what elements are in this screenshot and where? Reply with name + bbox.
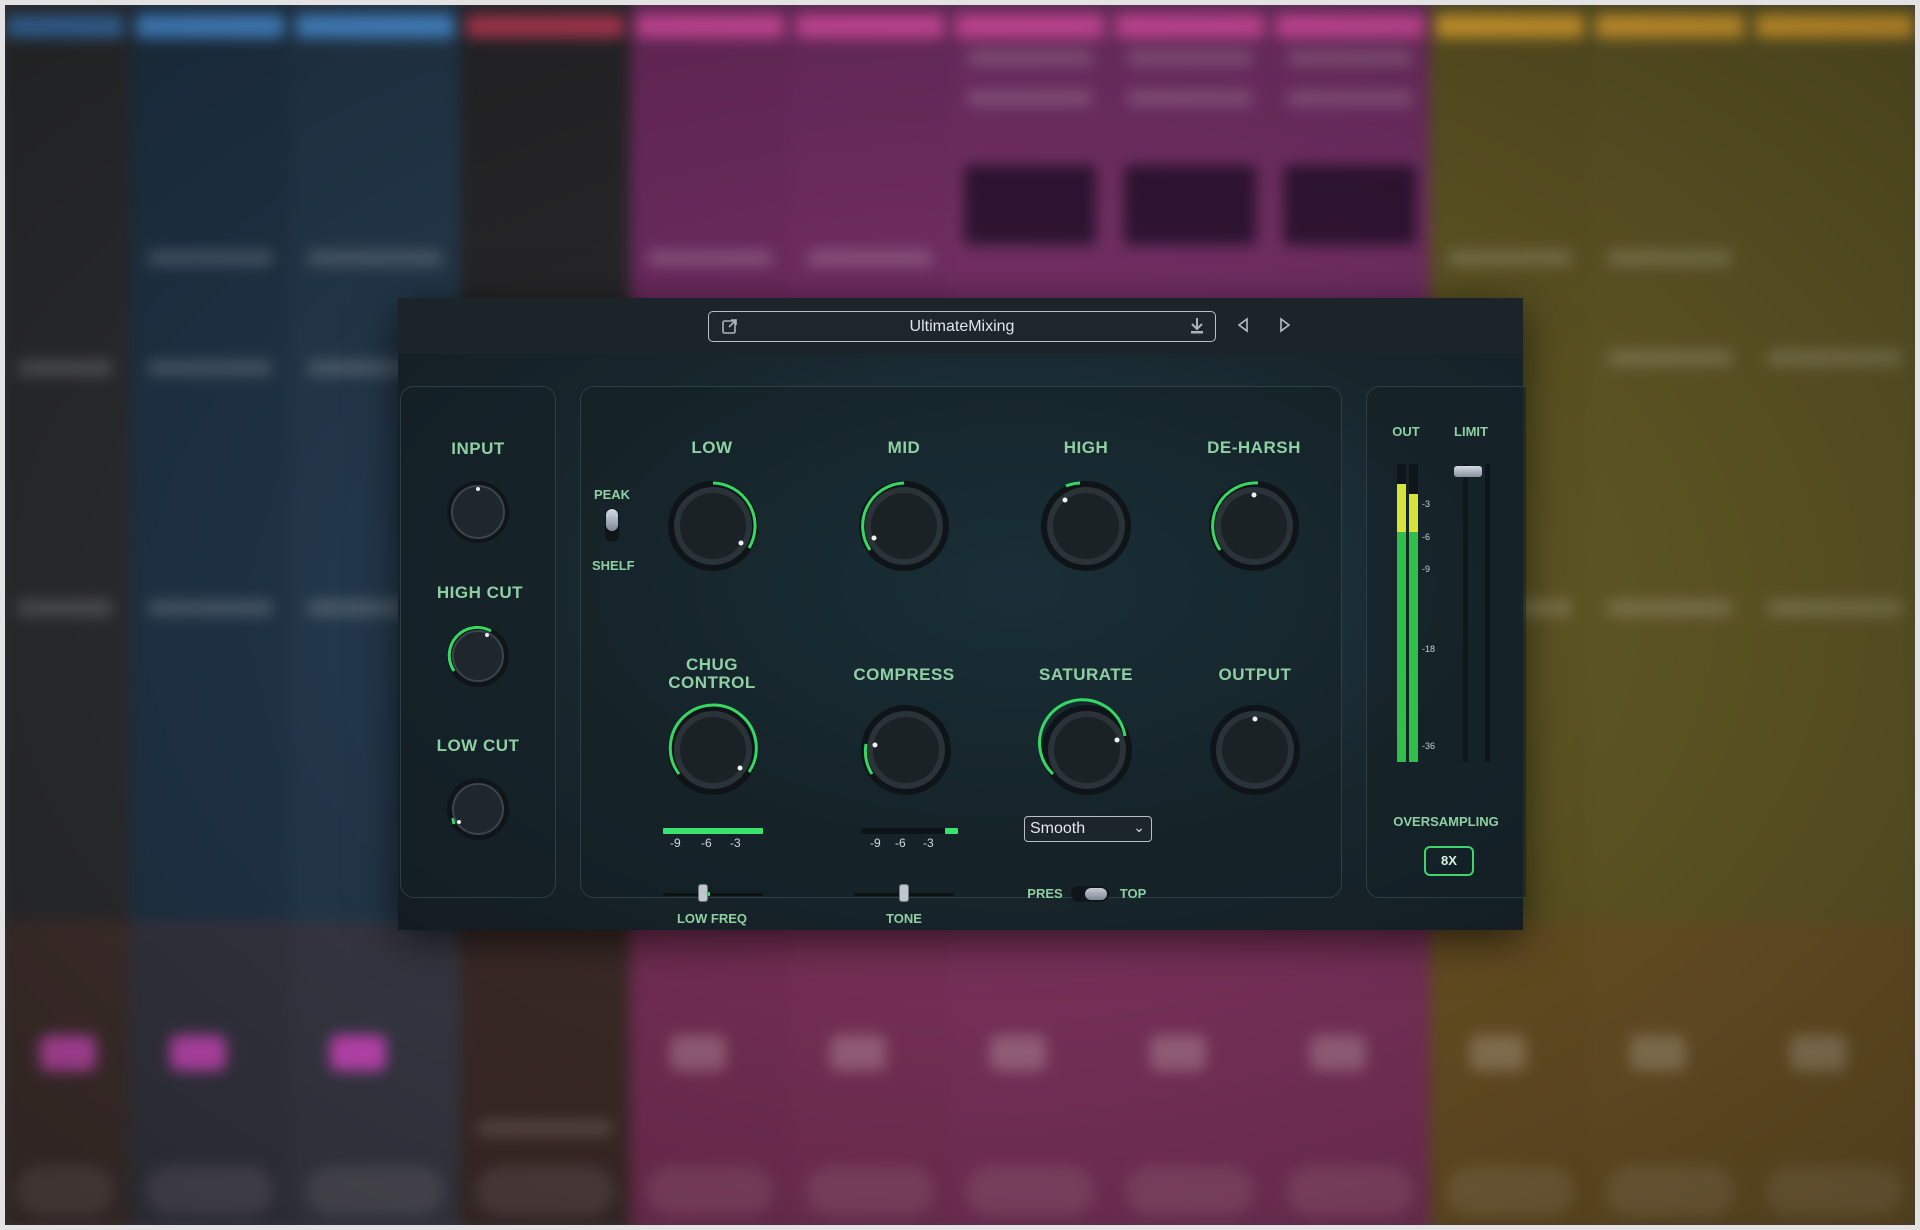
chug-label-line2: CONTROL <box>668 673 756 692</box>
preset-browser[interactable]: UltimateMixing <box>708 311 1216 342</box>
chug-scale-6: -6 <box>701 836 712 850</box>
compress-scale-6: -6 <box>895 836 906 850</box>
de-harsh-knob[interactable] <box>1206 478 1302 579</box>
plugin-header: UltimateMixing <box>398 298 1523 355</box>
compress-label: COMPRESS <box>853 665 955 684</box>
de-harsh-label: DE-HARSH <box>1207 438 1301 457</box>
main-panel <box>580 386 1342 898</box>
compress-knob[interactable] <box>858 702 954 803</box>
pres-top-toggle[interactable] <box>1071 886 1109 902</box>
low-label: LOW <box>691 438 733 457</box>
saturate-mode-value: Smooth <box>1030 820 1086 837</box>
plugin-window: UltimateMixing INPUT HIGH CUT LOW CUT PE… <box>398 298 1526 930</box>
save-preset-icon[interactable] <box>1189 317 1205 339</box>
low-cut-label: LOW CUT <box>436 736 520 755</box>
meter-scale-6: -6 <box>1422 532 1431 542</box>
meter-scale-18: -18 <box>1422 644 1436 654</box>
meter-scale-9: -9 <box>1422 564 1431 574</box>
chug-scale-9: -9 <box>670 836 681 850</box>
low-knob[interactable] <box>665 478 761 579</box>
limit-track-right <box>1485 464 1490 762</box>
input-label: INPUT <box>451 439 505 458</box>
high-knob[interactable] <box>1038 478 1134 579</box>
low-freq-label: LOW FREQ <box>676 911 748 926</box>
mid-knob[interactable] <box>856 478 952 579</box>
compress-scale-9: -9 <box>870 836 881 850</box>
peak-shelf-toggle[interactable] <box>605 508 619 542</box>
low-freq-slider[interactable] <box>663 893 763 896</box>
compress-meter <box>945 828 958 834</box>
tone-handle[interactable] <box>899 884 909 902</box>
limit-label: LIMIT <box>1454 424 1488 439</box>
compress-scale-3: -3 <box>923 836 934 850</box>
top-label: TOP <box>1119 886 1147 901</box>
chug-control-knob[interactable] <box>665 702 761 803</box>
pres-label: PRES <box>1027 886 1063 901</box>
high-cut-knob[interactable] <box>445 623 511 694</box>
mid-label: MID <box>887 438 921 457</box>
previous-preset-icon[interactable] <box>1236 317 1250 337</box>
saturate-mode-select[interactable]: Smooth ⌄ <box>1024 816 1152 842</box>
limit-slider-handle[interactable] <box>1454 466 1482 477</box>
next-preset-icon[interactable] <box>1278 317 1292 337</box>
meter-scale-36: -36 <box>1422 741 1436 751</box>
low-cut-knob[interactable] <box>445 776 511 847</box>
chevron-down-icon: ⌄ <box>1133 819 1145 835</box>
output-label: OUTPUT <box>1218 665 1292 684</box>
high-cut-label: HIGH CUT <box>436 583 524 602</box>
oversampling-button[interactable]: 8X <box>1424 846 1474 876</box>
chug-label-line1: CHUG <box>685 655 739 674</box>
preset-name: UltimateMixing <box>909 318 1015 335</box>
chug-meter <box>663 828 763 834</box>
meter-scale-3: -3 <box>1422 499 1431 509</box>
peak-label: PEAK <box>593 487 631 502</box>
limit-track-left <box>1463 464 1468 762</box>
output-knob[interactable] <box>1207 702 1303 803</box>
shelf-label: SHELF <box>592 558 635 573</box>
oversampling-label: OVERSAMPLING <box>1393 814 1499 829</box>
input-knob[interactable] <box>445 479 511 550</box>
chug-control-label: CHUG CONTROL <box>662 656 762 692</box>
low-freq-handle[interactable] <box>698 884 708 902</box>
chug-scale-3: -3 <box>730 836 741 850</box>
out-meter-left <box>1397 464 1406 762</box>
tone-label: TONE <box>886 911 922 926</box>
high-label: HIGH <box>1063 438 1109 457</box>
plugin-controls: INPUT HIGH CUT LOW CUT PEAK SHELF LOW LO… <box>398 354 1526 930</box>
saturate-label: SATURATE <box>1038 665 1134 684</box>
out-meter-label: OUT <box>1392 424 1420 439</box>
out-meter-right <box>1409 464 1418 762</box>
saturate-knob[interactable] <box>1038 698 1135 803</box>
